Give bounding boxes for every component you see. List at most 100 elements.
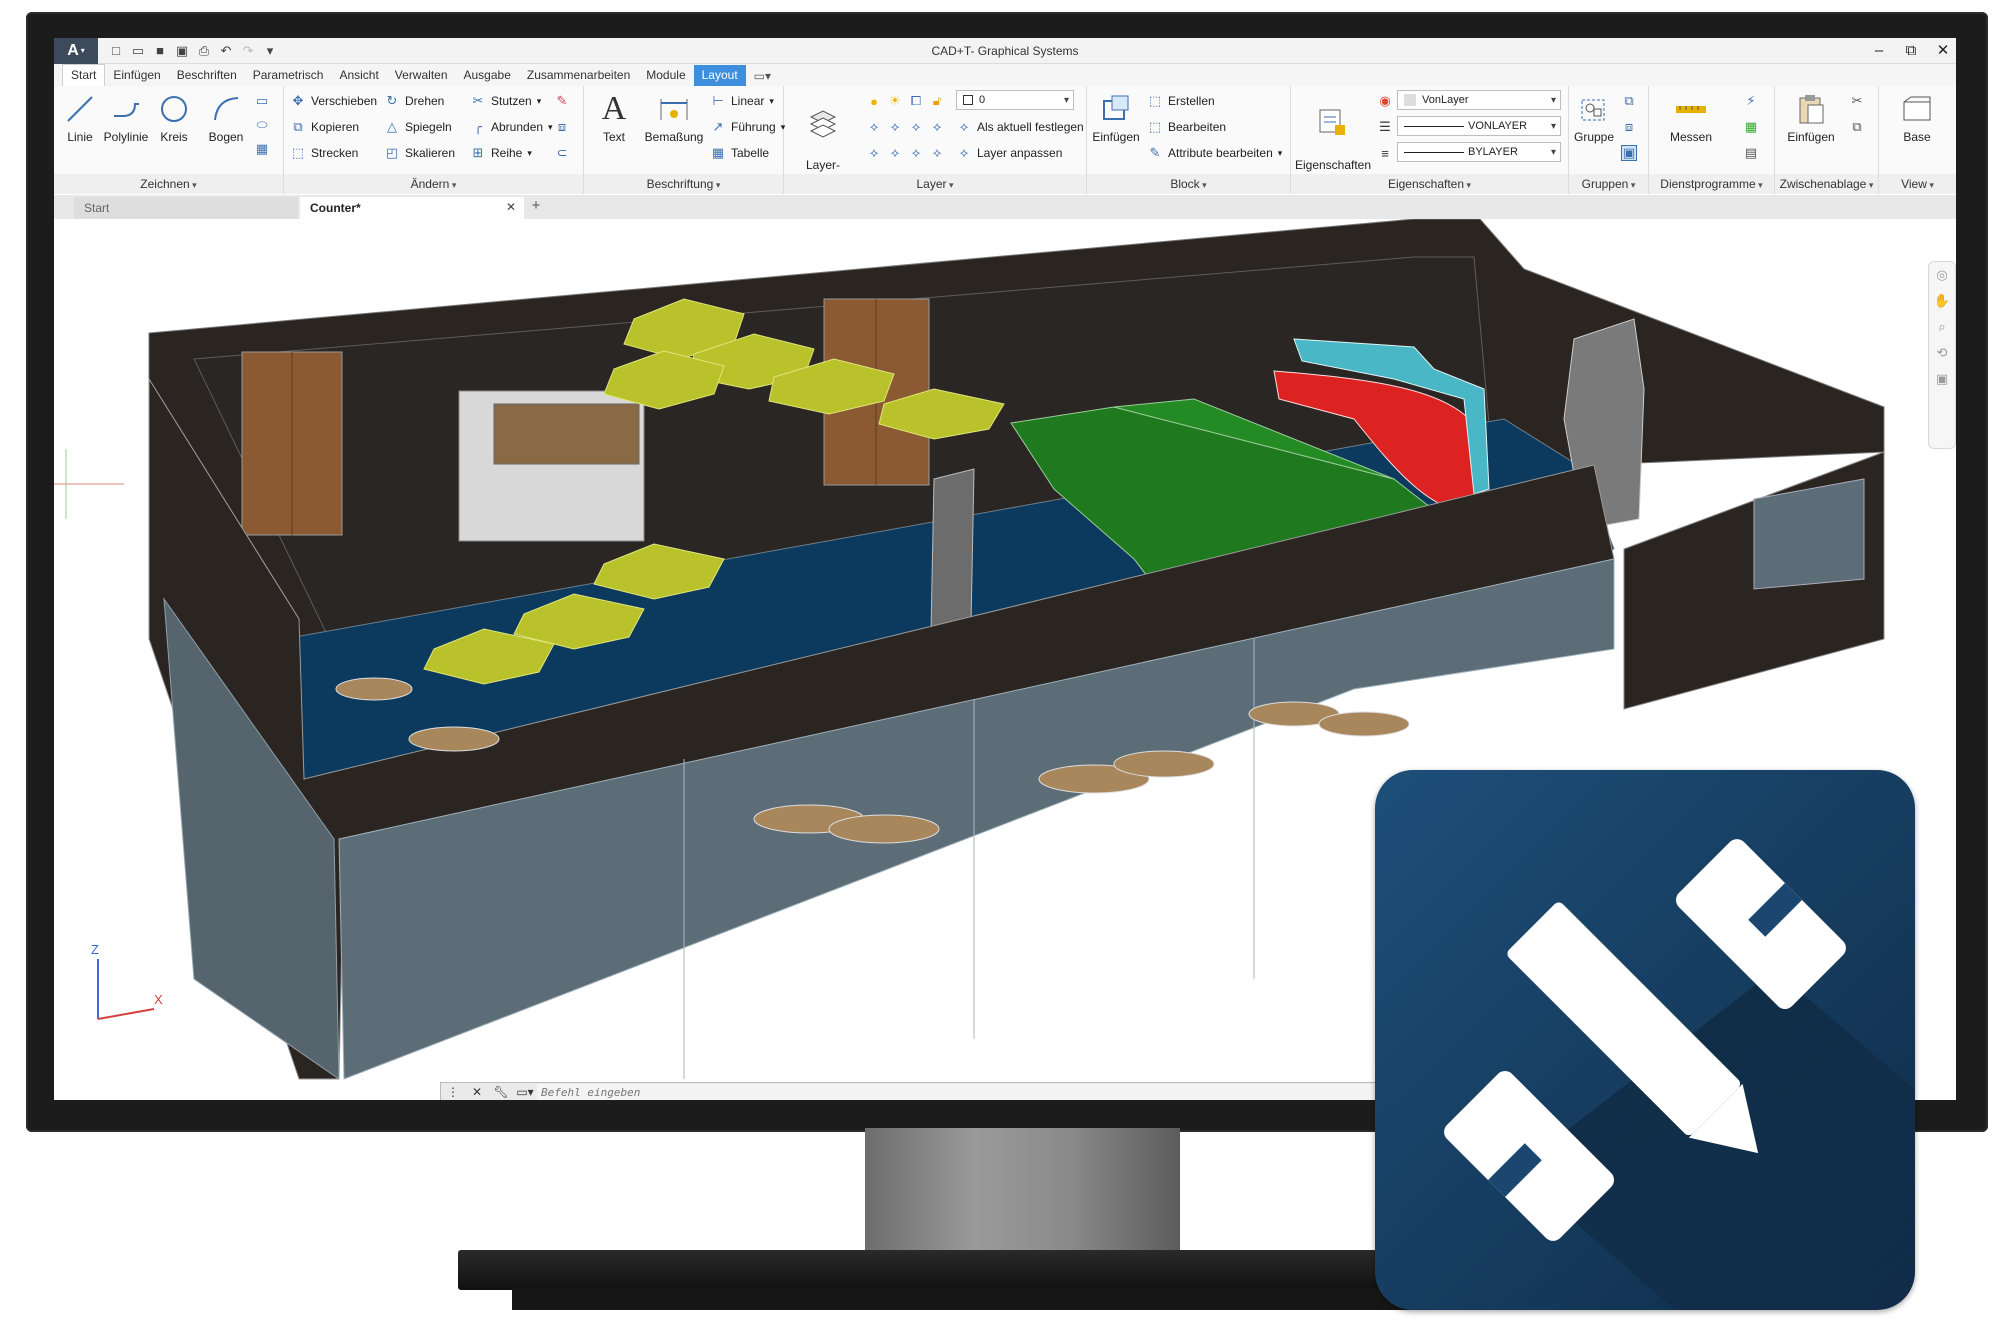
close-window-button[interactable]: ✕ [1934,40,1952,60]
measure-label: Messen [1669,130,1713,144]
scale-button[interactable]: ◰ Skalieren [384,142,455,164]
fillet-button[interactable]: ╭ Abrunden ▾ [470,116,553,138]
measure-button[interactable]: Messen [1663,92,1719,144]
dimension-tool-button[interactable]: Bemaßung [644,92,704,144]
chevron-down-icon: ▾ [548,121,553,132]
undo-icon[interactable]: ↶ [218,43,234,59]
zoom-icon[interactable]: ⌕ [1929,314,1955,340]
hatch-tool-button[interactable]: ⬭ [254,114,270,136]
layer-freeze-icon: ⧠ [910,93,922,108]
pan-icon[interactable]: ✋ [1929,288,1955,314]
base-view-icon [1900,92,1934,126]
trim-button[interactable]: ✂ Stutzen ▾ [470,90,542,112]
lineweight-dropdown[interactable]: BYLAYER [1397,142,1561,162]
doc-tab-start[interactable]: Start [74,197,298,219]
edit-attributes-button[interactable]: ✎ Attribute bearbeiten ▾ [1147,142,1283,164]
tab-ansicht[interactable]: Ansicht [331,65,386,86]
move-button[interactable]: ✥ Verschieben [290,90,378,112]
redo-icon[interactable]: ↷ [240,43,256,59]
group-select-icon: ▣ [1621,145,1637,161]
window-controls: – ⧉ ✕ [1870,40,1952,60]
text-tool-button[interactable]: A Text [588,90,640,144]
close-cmdline-icon[interactable]: ✕ [465,1083,489,1100]
mirror-icon: △ [387,119,397,134]
line-tool-label: Linie [67,130,93,144]
group-edit-button[interactable]: ⧈ [1621,116,1637,138]
circle-tool-button[interactable]: Kreis [148,92,200,144]
rectangle-tool-button[interactable]: ▭ [254,90,270,112]
polyline-tool-button[interactable]: Polylinie [100,92,152,144]
group-select-button[interactable]: ▣ [1621,142,1637,164]
application-menu-button[interactable]: A ▾ [54,38,98,64]
orbit-icon[interactable]: ⟲ [1929,340,1955,366]
copy-clip-button[interactable]: ⧉ [1849,116,1865,138]
customize-qat-icon[interactable]: ▾ [262,43,278,59]
quick-select-button[interactable]: ⚡ [1743,90,1759,112]
tab-beschriften[interactable]: Beschriften [169,65,245,86]
linetype-dropdown[interactable]: VONLAYER [1397,116,1561,136]
open-folder-icon[interactable]: ▭ [130,43,146,59]
insert-block-icon [1099,92,1133,126]
set-current-layer-button[interactable]: ⟡ Als aktuell festlegen [956,116,1084,138]
new-file-icon[interactable]: □ [108,43,124,59]
match-layer-button[interactable]: ⟡ Layer anpassen [956,142,1063,164]
calculator-button[interactable]: ▤ [1743,142,1759,164]
grip-icon[interactable]: ⋮ [441,1083,465,1100]
offset-button[interactable]: ⊂ [554,142,570,164]
restore-button[interactable]: ⧉ [1902,40,1920,60]
table-button[interactable]: ▦ Tabelle [710,142,769,164]
minimize-button[interactable]: – [1870,40,1888,60]
edit-block-button[interactable]: ⬚ Bearbeiten [1147,116,1226,138]
tab-zusammenarbeiten[interactable]: Zusammenarbeiten [519,65,638,86]
ungroup-button[interactable]: ⧉ [1621,90,1637,112]
linear-dimension-button[interactable]: ⊢ Linear ▾ [710,90,774,112]
tab-parametrisch[interactable]: Parametrisch [245,65,332,86]
chevron-down-icon: ▾ [80,46,85,55]
mirror-button[interactable]: △ Spiegeln [384,116,452,138]
rotate-button[interactable]: ↻ Drehen [384,90,445,112]
select-all-button[interactable]: ▦ [1743,116,1759,138]
layer-state-icons[interactable]: ● ☀ ⧠ 🔓︎ [866,90,945,112]
command-input[interactable] [537,1084,1479,1100]
tab-einfuegen[interactable]: Einfügen [105,65,168,86]
customize-wrench-icon[interactable]: 🔧︎ [489,1083,513,1100]
tab-verwalten[interactable]: Verwalten [387,65,456,86]
tab-ausgabe[interactable]: Ausgabe [456,65,519,86]
explode-button[interactable]: ⧈ [554,116,570,138]
cut-button[interactable]: ✂ [1849,90,1865,112]
tab-layout[interactable]: Layout [693,65,746,86]
layer-tools-row-1[interactable]: ⟡ ⟡ ⟡ ⟡ [866,116,945,138]
layer-tools-row-2[interactable]: ⟡ ⟡ ⟡ ⟡ [866,142,945,164]
print-icon[interactable]: ⎙ [196,43,212,59]
array-button[interactable]: ⊞ Reihe ▾ [470,142,532,164]
new-tab-button[interactable]: + [526,197,546,219]
create-block-button[interactable]: ⬚ Erstellen [1147,90,1215,112]
tab-module[interactable]: Module [638,65,693,86]
color-dropdown[interactable]: VonLayer [1397,90,1561,110]
paste-button[interactable]: Einfügen [1783,92,1839,144]
gradient-tool-button[interactable]: ▦ [254,138,270,160]
text-tool-label: Text [602,130,625,144]
showmotion-icon[interactable]: ▣ [1929,366,1955,392]
save-icon[interactable]: ■ [152,43,168,59]
ribbon-display-toggle-icon[interactable]: ▭▾ [746,66,779,86]
tab-start[interactable]: Start [62,64,106,86]
layer-properties-button[interactable]: Layer- Eigenschaften [788,92,864,186]
stretch-button[interactable]: ⬚ Strecken [290,142,359,164]
copy-button[interactable]: ⧉ Kopieren [290,116,359,138]
close-tab-icon[interactable]: ✕ [506,200,516,214]
base-view-button[interactable]: Base [1889,92,1945,144]
leader-button[interactable]: ↗ Führung ▾ [710,116,786,138]
steering-wheel-icon[interactable]: ◎ [1929,262,1955,288]
save-as-icon[interactable]: ▣ [174,43,190,59]
group-button[interactable]: Gruppe [1569,92,1619,144]
insert-block-button[interactable]: Einfügen [1089,92,1143,144]
doc-tab-counter[interactable]: Counter* ✕ [300,197,524,219]
layer-dropdown[interactable]: 0 [956,90,1074,110]
arc-tool-button[interactable]: Bogen [200,92,252,144]
match-properties-button[interactable]: Eigenschaften anpassen [1293,92,1373,186]
polyline-icon [109,92,143,126]
erase-button[interactable]: ✎ [554,90,570,112]
line-tool-button[interactable]: Linie [54,92,106,144]
recent-commands-icon[interactable]: ▭▾ [513,1083,537,1100]
